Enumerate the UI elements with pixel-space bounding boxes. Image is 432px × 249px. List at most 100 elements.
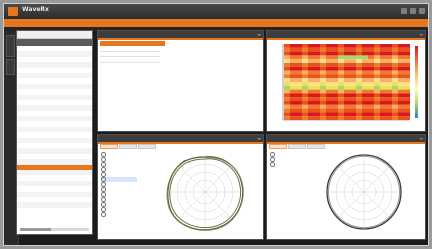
heatmap-cell xyxy=(314,66,320,71)
heatmap-cell xyxy=(314,89,320,94)
heatmap-cell xyxy=(338,104,344,109)
column-header-2[interactable] xyxy=(27,39,56,46)
minimize-icon[interactable] xyxy=(401,8,407,14)
heatmap-cell xyxy=(344,93,350,98)
heatmap-cell xyxy=(362,89,368,94)
heatmap-cell xyxy=(404,82,410,86)
side-tab-1[interactable] xyxy=(6,35,15,57)
heatmap-cell xyxy=(326,93,332,98)
legend-item[interactable] xyxy=(270,162,300,167)
heatmap-cell xyxy=(344,104,350,109)
heatmap-cell xyxy=(350,89,356,94)
heatmap-cell xyxy=(374,97,380,101)
heatmap-cell xyxy=(314,74,320,79)
heatmap-cell xyxy=(332,59,338,63)
heatmap-cell xyxy=(380,82,386,86)
table-panel: ≡ xyxy=(97,30,264,132)
heatmap-cell xyxy=(314,63,320,67)
maximize-icon[interactable] xyxy=(410,8,416,14)
heatmap-cell xyxy=(308,93,314,98)
heatmap-cell xyxy=(398,51,404,56)
side-tab-2[interactable] xyxy=(6,59,15,75)
heatmap-cell xyxy=(314,104,320,109)
heatmap-cell xyxy=(308,101,314,105)
heatmap-cell xyxy=(380,70,386,75)
heatmap-cell xyxy=(368,51,374,56)
heatmap-cell xyxy=(314,85,320,90)
trace-legend xyxy=(270,152,300,167)
panel-menu-icon[interactable]: ≡ xyxy=(420,136,423,141)
heatmap-cell xyxy=(398,97,404,101)
measurement-list-panel xyxy=(16,30,93,235)
panel-menu-icon[interactable]: ≡ xyxy=(258,136,261,141)
heatmap-cell xyxy=(398,63,404,67)
column-header-3[interactable] xyxy=(56,39,76,46)
heatmap-cell xyxy=(320,112,326,117)
heatmap-cell xyxy=(368,63,374,67)
heatmap-cell xyxy=(356,101,362,105)
title-bar: WaveRx xyxy=(4,4,428,19)
heatmap-cell xyxy=(290,82,296,86)
plot-tab-1[interactable] xyxy=(100,144,118,149)
heatmap-cell xyxy=(332,104,338,109)
heatmap-panel: ≡ xyxy=(266,30,426,132)
heatmap-cell xyxy=(314,116,320,120)
heatmap-cell xyxy=(356,78,362,82)
heatmap-cell xyxy=(362,74,368,79)
polar-plot-panel-2: ≡ xyxy=(266,134,426,240)
result-table xyxy=(100,46,160,63)
heatmap-cell xyxy=(308,66,314,71)
scrollbar-thumb[interactable] xyxy=(20,228,52,231)
plot-tab-1[interactable] xyxy=(269,144,287,149)
heatmap-cell xyxy=(386,112,392,117)
heatmap-cell xyxy=(356,66,362,71)
heatmap-cell xyxy=(362,78,368,82)
heatmap-cell xyxy=(326,66,332,71)
list-filter-input[interactable] xyxy=(17,31,92,39)
heatmap-cell xyxy=(404,104,410,109)
heatmap-cell xyxy=(392,104,398,109)
heatmap-cell xyxy=(392,112,398,117)
heatmap-cell xyxy=(362,101,368,105)
heatmap-cell xyxy=(356,51,362,56)
heatmap-cell xyxy=(392,55,398,60)
heatmap-cell xyxy=(374,89,380,94)
heatmap-cell xyxy=(374,101,380,105)
column-header-1[interactable] xyxy=(17,39,27,46)
heatmap-cell xyxy=(332,93,338,98)
heatmap-cell xyxy=(404,101,410,105)
heatmap-cell xyxy=(362,47,368,52)
heatmap-cell xyxy=(290,97,296,101)
heatmap-cell xyxy=(320,66,326,71)
heatmap-cell xyxy=(320,101,326,105)
heatmap-cell xyxy=(290,63,296,67)
heatmap-cell xyxy=(362,59,368,63)
heatmap-cell xyxy=(374,116,380,120)
table-row[interactable] xyxy=(100,57,160,63)
heatmap-cell xyxy=(284,78,290,82)
panel-menu-icon[interactable]: ≡ xyxy=(420,32,423,37)
heatmap-cell xyxy=(380,74,386,79)
heatmap-cell xyxy=(332,63,338,67)
heatmap-cell xyxy=(356,112,362,117)
heatmap-cell xyxy=(374,63,380,67)
heatmap-cell xyxy=(320,85,326,90)
column-header-4[interactable] xyxy=(76,39,92,46)
heatmap-cell xyxy=(374,66,380,71)
heatmap-cell xyxy=(314,108,320,113)
heatmap-cell xyxy=(326,51,332,56)
legend-item[interactable] xyxy=(101,212,137,217)
heatmap-cell xyxy=(338,116,344,120)
heatmap-cell xyxy=(356,74,362,79)
horizontal-scrollbar[interactable] xyxy=(20,228,89,231)
heatmap-cell xyxy=(350,74,356,79)
heatmap-cell xyxy=(368,44,374,48)
list-item[interactable] xyxy=(17,202,92,208)
panel-menu-icon[interactable]: ≡ xyxy=(258,32,261,37)
heatmap-cell xyxy=(338,85,344,90)
heatmap-cell xyxy=(344,51,350,56)
heatmap-cell xyxy=(356,55,362,60)
heatmap-cell xyxy=(284,47,290,52)
close-icon[interactable] xyxy=(419,8,425,14)
plot-tab-2[interactable] xyxy=(119,144,137,149)
